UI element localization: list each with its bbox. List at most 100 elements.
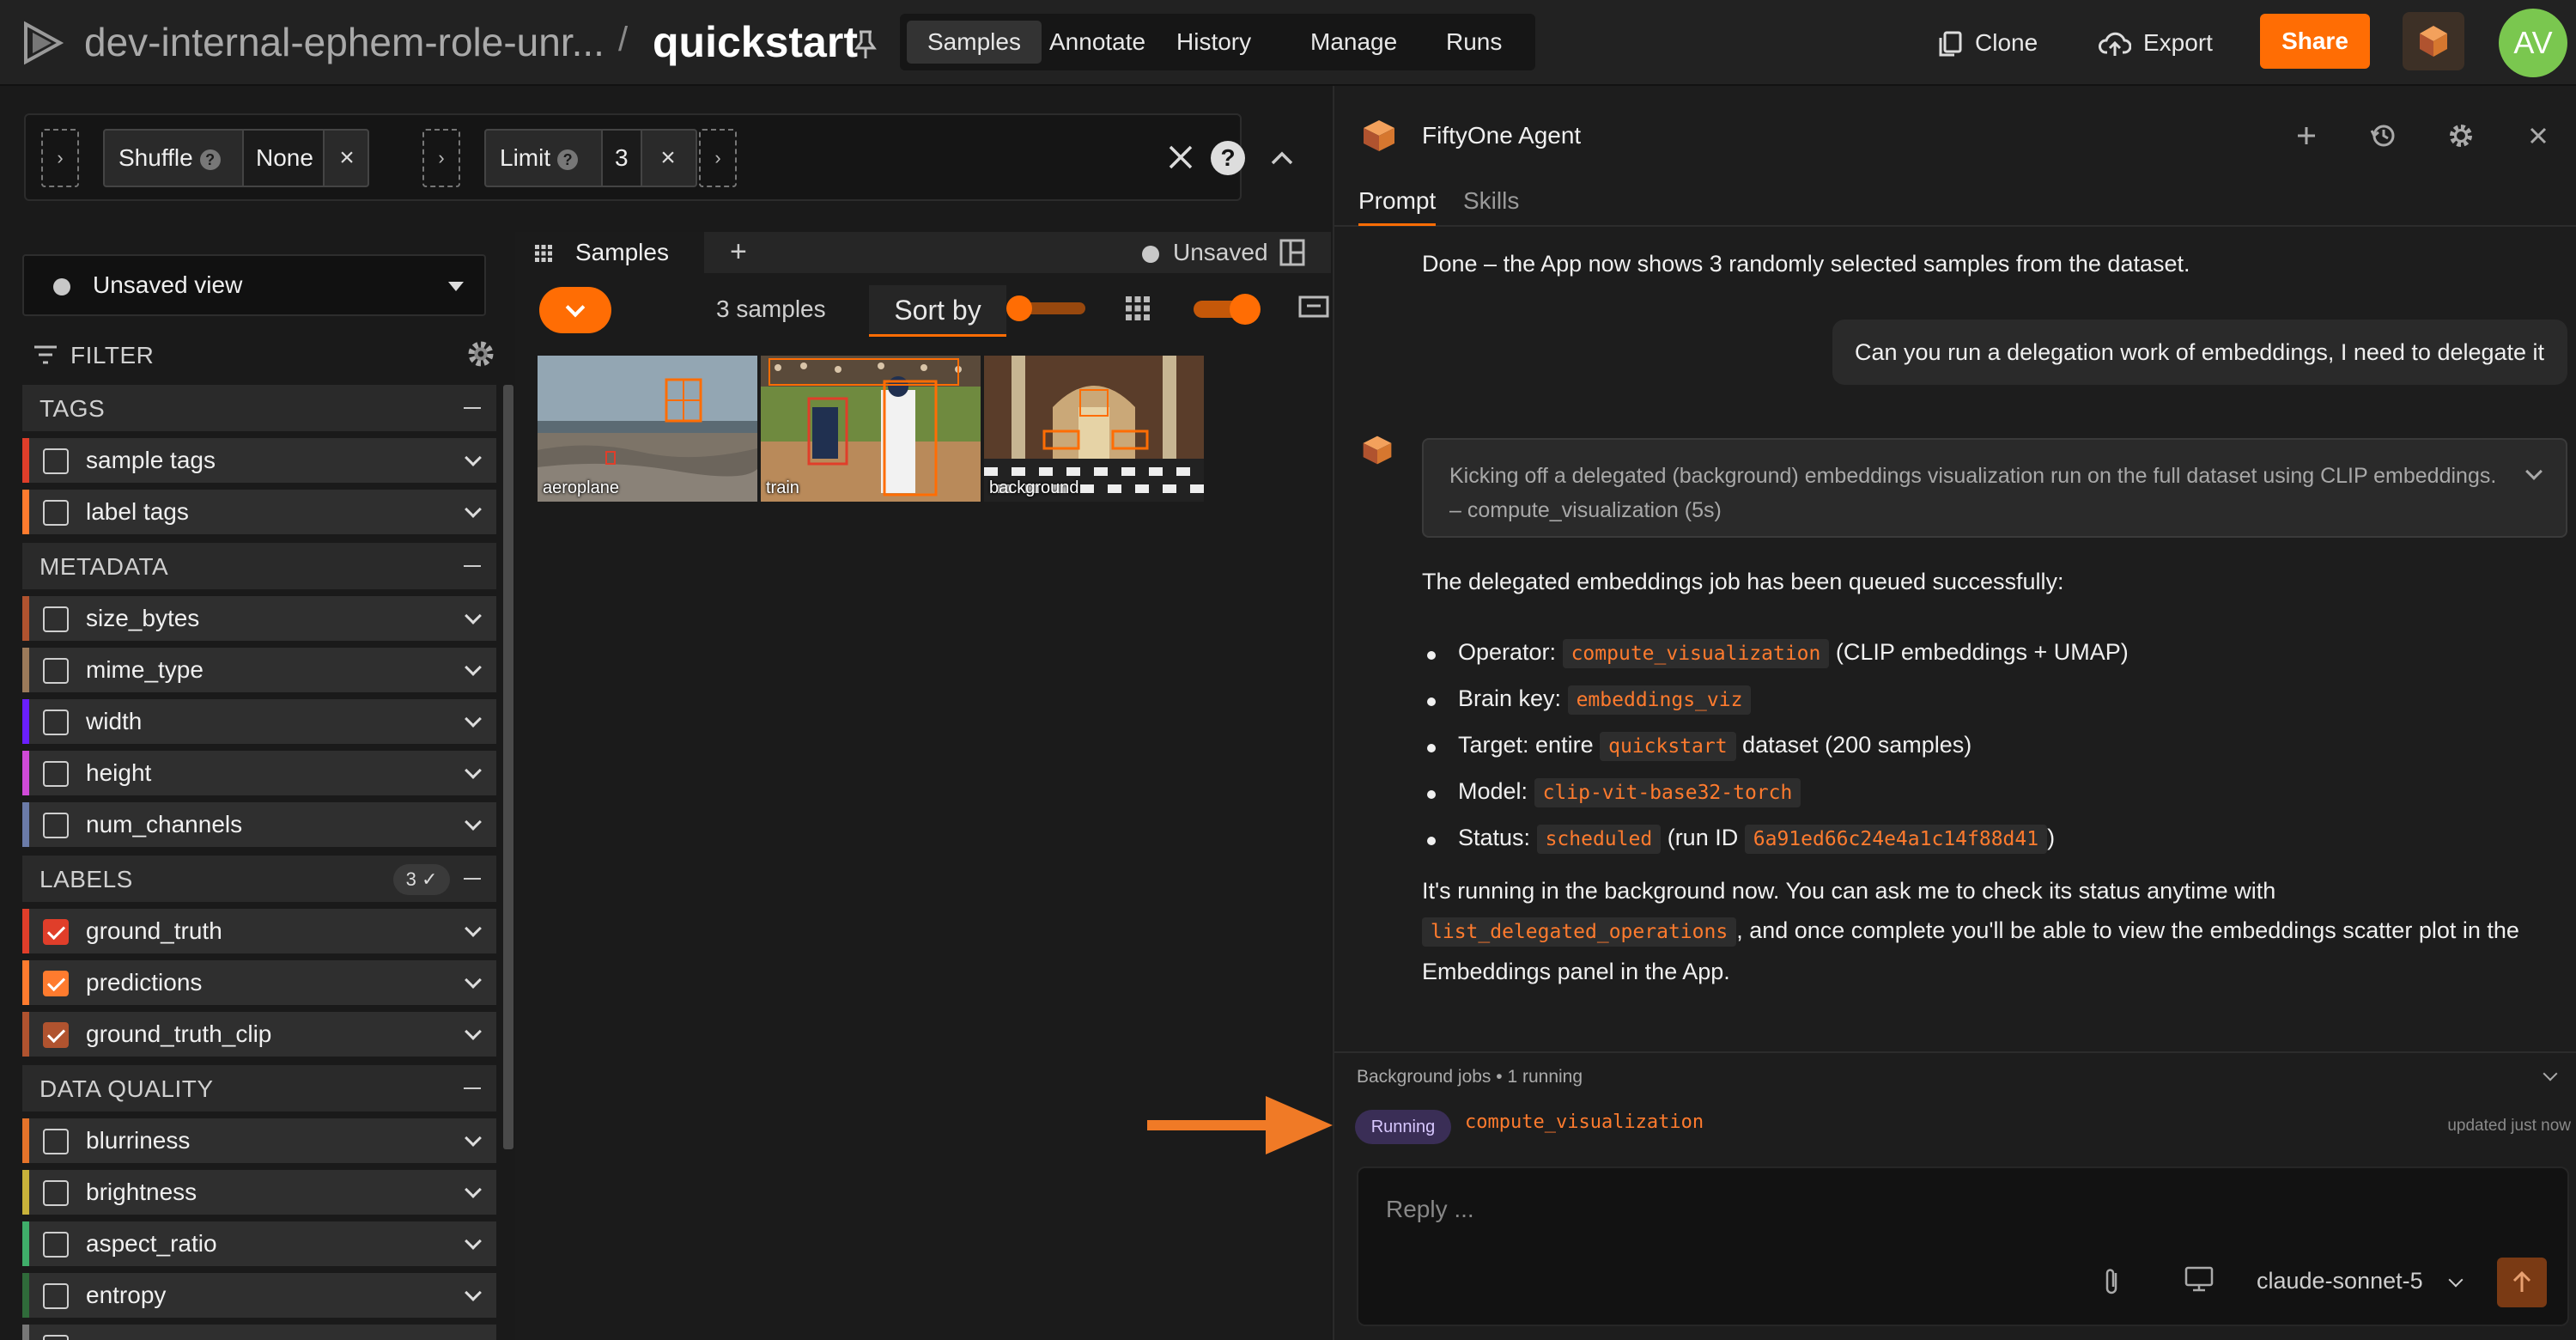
checkbox[interactable] <box>43 658 69 684</box>
sidebar-item-size-bytes[interactable]: size_bytes <box>22 596 496 641</box>
checkbox[interactable] <box>43 500 69 526</box>
sidebar-item-blurriness[interactable]: blurriness <box>22 1118 496 1163</box>
sidebar-item-aspect-ratio[interactable]: aspect_ratio <box>22 1221 496 1266</box>
checkbox-checked[interactable] <box>43 919 69 945</box>
checkbox[interactable] <box>43 761 69 787</box>
export-button[interactable]: Export <box>2099 21 2213 65</box>
checkbox[interactable] <box>43 1335 69 1340</box>
stage-shuffle-value[interactable]: None <box>242 131 325 186</box>
chevron-down-icon[interactable] <box>465 710 482 728</box>
section-metadata[interactable]: METADATA <box>22 543 496 589</box>
chevron-down-icon[interactable] <box>465 1181 482 1198</box>
section-data-quality[interactable]: DATA QUALITY <box>22 1065 496 1112</box>
chevron-down-icon[interactable] <box>465 971 482 989</box>
stage-shuffle-remove-icon[interactable]: × <box>323 131 371 186</box>
checkbox[interactable] <box>43 1180 69 1206</box>
screen-icon[interactable] <box>1298 295 1329 321</box>
gear-icon[interactable] <box>2444 119 2478 153</box>
sidebar-item-sample-tags[interactable]: sample tags <box>22 438 496 483</box>
sidebar-item-num-channels[interactable]: num_channels <box>22 802 496 847</box>
job-row[interactable]: Running compute_visualization updated ju… <box>1334 1099 2576 1151</box>
sidebar-item-brightness[interactable]: brightness <box>22 1170 496 1215</box>
collapse-chevron-icon[interactable] <box>1267 144 1297 174</box>
tab-samples-panel[interactable]: Samples <box>515 232 704 273</box>
sidebar-item-label-tags[interactable]: label tags <box>22 490 496 534</box>
agent-toggle-button[interactable] <box>2403 12 2464 70</box>
sample-thumbnail[interactable]: background <box>984 356 1204 502</box>
chevron-down-icon[interactable] <box>465 659 482 676</box>
avatar[interactable]: AV <box>2499 9 2567 77</box>
tab-runs[interactable]: Runs <box>1425 21 1522 64</box>
chevron-down-icon[interactable] <box>465 449 482 466</box>
collapse-dash-icon[interactable] <box>464 1087 481 1089</box>
sidebar-item-width[interactable]: width <box>22 699 496 744</box>
sidebar-item-ground-truth-clip[interactable]: ground_truth_clip <box>22 1012 496 1057</box>
tab-manage[interactable]: Manage <box>1290 21 1418 64</box>
add-stage-button[interactable]: › <box>699 129 737 187</box>
tab-samples[interactable]: Samples <box>907 21 1042 64</box>
tab-history[interactable]: History <box>1156 21 1272 64</box>
checkbox[interactable] <box>43 1129 69 1154</box>
help-icon[interactable]: ? <box>557 149 579 170</box>
add-stage-button[interactable]: › <box>422 129 460 187</box>
checkbox-checked[interactable] <box>43 1022 69 1048</box>
chevron-down-icon[interactable] <box>465 1233 482 1250</box>
checkbox[interactable] <box>43 1283 69 1309</box>
job-name[interactable]: compute_visualization <box>1465 1112 1704 1133</box>
add-stage-button[interactable]: › <box>41 129 79 187</box>
sort-by-button[interactable]: Sort by <box>869 285 1006 337</box>
sidebar-item-predictions[interactable]: predictions <box>22 960 496 1005</box>
sample-thumbnail[interactable]: train <box>761 356 981 502</box>
monitor-icon[interactable] <box>2184 1266 2214 1292</box>
section-tags[interactable]: TAGS <box>22 385 496 431</box>
gear-icon[interactable] <box>465 338 496 369</box>
saved-view-select[interactable]: Unsaved view <box>22 254 486 316</box>
grid-actions-dropdown[interactable] <box>539 287 611 333</box>
share-button[interactable]: Share <box>2260 14 2370 69</box>
dataset-title[interactable]: quickstart <box>653 17 858 67</box>
stage-limit-remove-icon[interactable]: × <box>644 131 692 186</box>
grid-view-icon[interactable] <box>1125 295 1151 321</box>
chevron-down-icon[interactable] <box>465 813 482 831</box>
collapse-dash-icon[interactable] <box>464 565 481 567</box>
labels-toggle-handle[interactable] <box>1230 294 1261 325</box>
sidebar-item-height[interactable]: height <box>22 751 496 795</box>
chevron-down-icon[interactable] <box>465 762 482 779</box>
sidebar-item-partial[interactable] <box>22 1325 496 1340</box>
chevron-down-icon[interactable] <box>465 607 482 624</box>
stage-limit-value[interactable]: 3 <box>601 131 642 186</box>
help-icon[interactable]: ? <box>199 149 221 170</box>
clone-button[interactable]: Clone <box>1937 21 2038 65</box>
layout-split-icon[interactable] <box>1279 239 1305 266</box>
checkbox[interactable] <box>43 606 69 632</box>
tab-prompt[interactable]: Prompt <box>1358 187 1437 226</box>
zoom-slider-handle[interactable] <box>1006 295 1032 321</box>
checkbox-checked[interactable] <box>43 971 69 996</box>
checkbox[interactable] <box>43 813 69 838</box>
tab-annotate[interactable]: Annotate <box>1029 21 1166 64</box>
chevron-down-icon[interactable] <box>2448 1272 2464 1288</box>
clear-view-icon[interactable] <box>1159 136 1202 179</box>
chevron-down-icon[interactable] <box>465 1023 482 1040</box>
fiftyone-logo-icon[interactable] <box>19 19 67 67</box>
sidebar-item-ground-truth[interactable]: ground_truth <box>22 909 496 953</box>
view-help-icon[interactable]: ? <box>1211 141 1245 175</box>
sidebar-scrollbar[interactable] <box>503 385 513 1149</box>
sample-thumbnail[interactable]: aeroplane <box>538 356 757 502</box>
labels-count-badge[interactable]: 3 ✓ <box>393 864 450 895</box>
model-select[interactable]: claude-sonnet-5 <box>2257 1268 2423 1294</box>
chevron-down-icon[interactable] <box>2543 1066 2558 1081</box>
reply-input[interactable]: Reply ... claude-sonnet-5 <box>1357 1166 2569 1326</box>
sidebar-item-mime-type[interactable]: mime_type <box>22 648 496 692</box>
tab-skills[interactable]: Skills <box>1463 187 1519 223</box>
add-panel-button[interactable]: + <box>730 235 747 269</box>
dataset-name-link[interactable]: dev-internal-ephem-role-unr... <box>84 19 605 65</box>
sidebar-item-entropy[interactable]: entropy <box>22 1273 496 1318</box>
background-jobs-header[interactable]: Background jobs • 1 running <box>1334 1051 2576 1099</box>
checkbox[interactable] <box>43 710 69 735</box>
chevron-down-icon[interactable] <box>2525 463 2543 480</box>
chevron-down-icon[interactable] <box>465 920 482 937</box>
chevron-down-icon[interactable] <box>465 501 482 518</box>
checkbox[interactable] <box>43 448 69 474</box>
pin-icon[interactable] <box>852 29 879 60</box>
